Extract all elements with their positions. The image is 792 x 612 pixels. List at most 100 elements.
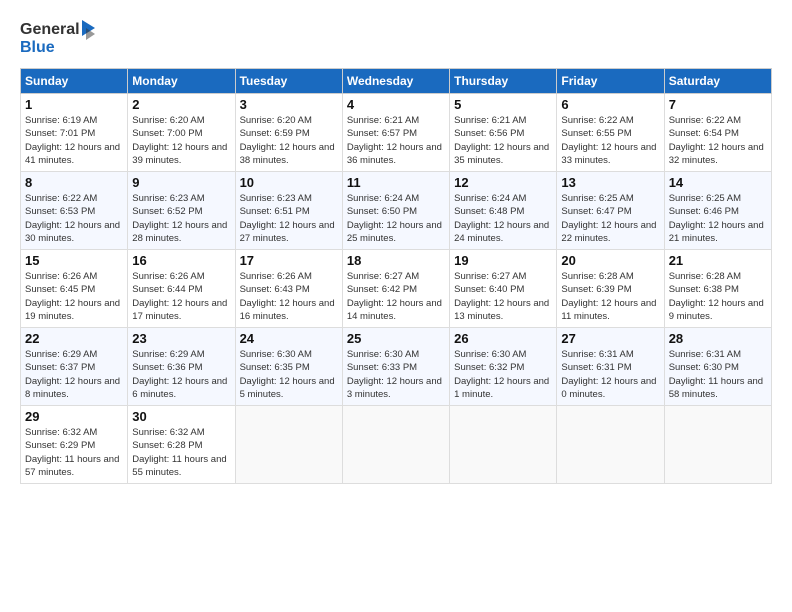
calendar-day-cell: 27Sunrise: 6:31 AMSunset: 6:31 PMDayligh… xyxy=(557,328,664,406)
sunset-label: Sunset: 7:01 PM xyxy=(25,128,95,139)
calendar-day-cell: 12Sunrise: 6:24 AMSunset: 6:48 PMDayligh… xyxy=(450,172,557,250)
sunset-label: Sunset: 6:40 PM xyxy=(454,284,524,295)
day-number: 21 xyxy=(669,253,767,268)
day-info: Sunrise: 6:32 AMSunset: 6:29 PMDaylight:… xyxy=(25,426,123,479)
day-info: Sunrise: 6:30 AMSunset: 6:32 PMDaylight:… xyxy=(454,348,552,401)
sunrise-label: Sunrise: 6:24 AM xyxy=(454,193,526,204)
sunrise-label: Sunrise: 6:19 AM xyxy=(25,115,97,126)
sunrise-label: Sunrise: 6:20 AM xyxy=(240,115,312,126)
day-number: 14 xyxy=(669,175,767,190)
day-info: Sunrise: 6:27 AMSunset: 6:42 PMDaylight:… xyxy=(347,270,445,323)
calendar-day-cell: 30Sunrise: 6:32 AMSunset: 6:28 PMDayligh… xyxy=(128,406,235,484)
weekday-header-thursday: Thursday xyxy=(450,69,557,94)
daylight-label: Daylight: 12 hours and 39 minutes. xyxy=(132,142,227,166)
calendar-day-cell: 2Sunrise: 6:20 AMSunset: 7:00 PMDaylight… xyxy=(128,94,235,172)
sunset-label: Sunset: 6:47 PM xyxy=(561,206,631,217)
daylight-label: Daylight: 12 hours and 30 minutes. xyxy=(25,220,120,244)
day-number: 24 xyxy=(240,331,338,346)
sunset-label: Sunset: 6:32 PM xyxy=(454,362,524,373)
weekday-header-monday: Monday xyxy=(128,69,235,94)
sunrise-label: Sunrise: 6:22 AM xyxy=(561,115,633,126)
calendar-day-cell: 11Sunrise: 6:24 AMSunset: 6:50 PMDayligh… xyxy=(342,172,449,250)
daylight-label: Daylight: 12 hours and 28 minutes. xyxy=(132,220,227,244)
sunrise-label: Sunrise: 6:28 AM xyxy=(669,271,741,282)
day-info: Sunrise: 6:19 AM Sunset: 7:01 PM Daylight:… xyxy=(25,114,123,167)
day-info: Sunrise: 6:26 AMSunset: 6:44 PMDaylight:… xyxy=(132,270,230,323)
daylight-label: Daylight: 12 hours and 9 minutes. xyxy=(669,298,764,322)
sunset-label: Sunset: 6:50 PM xyxy=(347,206,417,217)
sunrise-label: Sunrise: 6:27 AM xyxy=(347,271,419,282)
day-number: 12 xyxy=(454,175,552,190)
calendar-day-cell: 7Sunrise: 6:22 AMSunset: 6:54 PMDaylight… xyxy=(664,94,771,172)
calendar-week-row: 8Sunrise: 6:22 AMSunset: 6:53 PMDaylight… xyxy=(21,172,772,250)
day-number: 25 xyxy=(347,331,445,346)
sunrise-label: Sunrise: 6:32 AM xyxy=(25,427,97,438)
daylight-label: Daylight: 12 hours and 36 minutes. xyxy=(347,142,442,166)
day-number: 1 xyxy=(25,97,123,112)
sunset-label: Sunset: 6:54 PM xyxy=(669,128,739,139)
day-info: Sunrise: 6:23 AMSunset: 6:51 PMDaylight:… xyxy=(240,192,338,245)
daylight-label: Daylight: 12 hours and 35 minutes. xyxy=(454,142,549,166)
svg-text:Blue: Blue xyxy=(20,39,55,56)
day-info: Sunrise: 6:22 AMSunset: 6:54 PMDaylight:… xyxy=(669,114,767,167)
day-info: Sunrise: 6:27 AMSunset: 6:40 PMDaylight:… xyxy=(454,270,552,323)
sunset-label: Sunset: 6:48 PM xyxy=(454,206,524,217)
day-info: Sunrise: 6:20 AMSunset: 7:00 PMDaylight:… xyxy=(132,114,230,167)
day-number: 3 xyxy=(240,97,338,112)
daylight-label: Daylight: 12 hours and 14 minutes. xyxy=(347,298,442,322)
calendar-day-cell: 1 Sunrise: 6:19 AM Sunset: 7:01 PM Daylight… xyxy=(21,94,128,172)
calendar-day-cell: 25 Sunrise: 6:30 AMSunset: 6:33 PMDayligh… xyxy=(342,328,449,406)
weekday-header-sunday: Sunday xyxy=(21,69,128,94)
calendar-day-cell: 16Sunrise: 6:26 AMSunset: 6:44 PMDayligh… xyxy=(128,250,235,328)
day-info: Sunrise: 6:30 AMSunset: 6:35 PMDaylight:… xyxy=(240,348,338,401)
sunrise-label: Sunrise: 6:26 AM xyxy=(132,271,204,282)
calendar-day-cell: 26 Sunrise: 6:30 AMSunset: 6:32 PMDayligh… xyxy=(450,328,557,406)
sunset-label: Sunset: 6:38 PM xyxy=(669,284,739,295)
daylight-label: Daylight: 12 hours and 33 minutes. xyxy=(561,142,656,166)
sunrise-label: Sunrise: 6:21 AM xyxy=(347,115,419,126)
day-info: Sunrise: 6:24 AMSunset: 6:48 PMDaylight:… xyxy=(454,192,552,245)
calendar-day-cell: 18Sunrise: 6:27 AMSunset: 6:42 PMDayligh… xyxy=(342,250,449,328)
day-number: 11 xyxy=(347,175,445,190)
calendar-table: SundayMondayTuesdayWednesdayThursdayFrid… xyxy=(20,68,772,484)
day-number: 15 xyxy=(25,253,123,268)
sunrise-label: Sunrise: 6:29 AM xyxy=(25,349,97,360)
svg-text:General: General xyxy=(20,21,80,38)
calendar-day-cell: 3 Sunrise: 6:20 AM Sunset: 6:59 PM Daylight… xyxy=(235,94,342,172)
day-info: Sunrise: 6:30 AMSunset: 6:33 PMDaylight:… xyxy=(347,348,445,401)
calendar-day-cell: 20Sunrise: 6:28 AMSunset: 6:39 PMDayligh… xyxy=(557,250,664,328)
daylight-label: Daylight: 12 hours and 22 minutes. xyxy=(561,220,656,244)
calendar-day-cell: 13Sunrise: 6:25 AMSunset: 6:47 PMDayligh… xyxy=(557,172,664,250)
page: General Blue SundayMondayTuesdayWednesda… xyxy=(0,0,792,612)
sunrise-label: Sunrise: 6:29 AM xyxy=(132,349,204,360)
day-info: Sunrise: 6:20 AM Sunset: 6:59 PM Daylight:… xyxy=(240,114,338,167)
day-info: Sunrise: 6:28 AMSunset: 6:39 PMDaylight:… xyxy=(561,270,659,323)
calendar-day-cell: 29Sunrise: 6:32 AMSunset: 6:29 PMDayligh… xyxy=(21,406,128,484)
sunrise-label: Sunrise: 6:30 AM xyxy=(240,349,312,360)
weekday-header-tuesday: Tuesday xyxy=(235,69,342,94)
day-info: Sunrise: 6:29 AMSunset: 6:37 PMDaylight:… xyxy=(25,348,123,401)
day-number: 26 xyxy=(454,331,552,346)
daylight-label: Daylight: 12 hours and 38 minutes. xyxy=(240,142,335,166)
sunset-label: Sunset: 6:59 PM xyxy=(240,128,310,139)
sunrise-label: Sunrise: 6:32 AM xyxy=(132,427,204,438)
sunrise-label: Sunrise: 6:22 AM xyxy=(669,115,741,126)
sunrise-label: Sunrise: 6:20 AM xyxy=(132,115,204,126)
daylight-label: Daylight: 12 hours and 27 minutes. xyxy=(240,220,335,244)
sunrise-label: Sunrise: 6:31 AM xyxy=(669,349,741,360)
calendar-day-cell: 24 Sunrise: 6:30 AMSunset: 6:35 PMDayligh… xyxy=(235,328,342,406)
daylight-label: Daylight: 12 hours and 41 minutes. xyxy=(25,142,120,166)
daylight-label: Daylight: 12 hours and 6 minutes. xyxy=(132,376,227,400)
sunrise-label: Sunrise: 6:26 AM xyxy=(240,271,312,282)
sunrise-label: Sunrise: 6:31 AM xyxy=(561,349,633,360)
day-info: Sunrise: 6:22 AMSunset: 6:53 PMDaylight:… xyxy=(25,192,123,245)
sunrise-label: Sunrise: 6:25 AM xyxy=(669,193,741,204)
sunset-label: Sunset: 6:36 PM xyxy=(132,362,202,373)
day-number: 5 xyxy=(454,97,552,112)
sunrise-label: Sunrise: 6:24 AM xyxy=(347,193,419,204)
day-number: 4 xyxy=(347,97,445,112)
sunrise-label: Sunrise: 6:30 AM xyxy=(347,349,419,360)
calendar-week-row: 29Sunrise: 6:32 AMSunset: 6:29 PMDayligh… xyxy=(21,406,772,484)
header: General Blue xyxy=(20,16,772,58)
calendar-day-cell: 5Sunrise: 6:21 AMSunset: 6:56 PMDaylight… xyxy=(450,94,557,172)
